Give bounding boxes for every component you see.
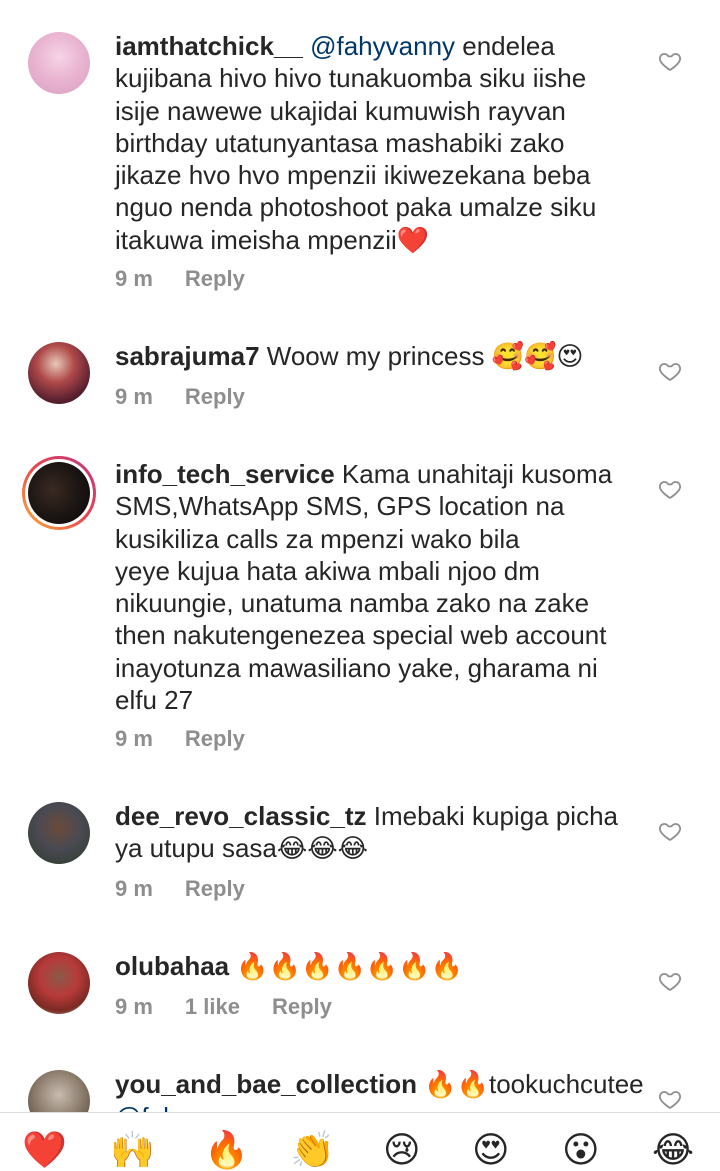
comment-meta: 9 m Reply [115,876,277,902]
comment-username[interactable]: dee_revo_classic_tz [115,801,367,831]
comment-text: info_tech_service Kama unahitaji kusoma … [115,458,645,716]
comment-time: 9 m [115,266,153,291]
like-heart-icon[interactable] [658,359,682,383]
comment-meta: 9 m Reply [115,726,277,752]
comment-body: endelea kujibana hivo hivo tunakuomba si… [115,31,597,255]
comment-username[interactable]: sabrajuma7 [115,341,260,371]
avatar-photo [28,462,90,524]
comment-text: iamthatchick__ @fahyvanny endelea kujiba… [115,30,645,257]
avatar[interactable] [28,952,90,1014]
avatar[interactable] [28,342,90,404]
like-heart-icon[interactable] [658,1087,682,1111]
comment-text: dee_revo_classic_tz Imebaki kupiga picha… [115,800,645,866]
like-heart-icon[interactable] [658,819,682,843]
comment-meta: 9 m Reply [115,266,277,292]
reply-button[interactable]: Reply [272,994,332,1019]
comment-time: 9 m [115,876,153,901]
comment-username[interactable]: you_and_bae_collection [115,1069,417,1099]
comment-text: sabrajuma7 Woow my princess 🥰🥰😍 [115,340,645,373]
love-emojis: 🥰🥰😍 [491,342,584,372]
comment-meta: 9 m Reply [115,384,277,410]
quick-emoji-bar: ❤️ 🙌 🔥 👏 😢 😍 😮 😂 [0,1112,720,1171]
like-heart-icon[interactable] [658,477,682,501]
comment-time: 9 m [115,384,153,409]
like-heart-icon[interactable] [658,49,682,73]
red-heart-emoji-button[interactable]: ❤️ [22,1131,67,1171]
reply-button[interactable]: Reply [185,726,245,751]
reply-button[interactable]: Reply [185,266,245,291]
comment-meta: 9 m 1 like Reply [115,994,364,1020]
avatar[interactable] [28,32,90,94]
comment-username[interactable]: iamthatchick__ [115,31,303,61]
raised-hands-emoji-button[interactable]: 🙌 [110,1131,155,1171]
comment-body: Kama unahitaji kusoma SMS,WhatsApp SMS, … [115,459,613,716]
comment-username[interactable]: olubahaa [115,951,229,981]
clapping-hands-emoji-button[interactable]: 👏 [290,1131,335,1171]
tears-of-joy-emoji-button[interactable]: 😂 [652,1131,694,1171]
avatar-inner [25,459,93,527]
reply-button[interactable]: Reply [185,384,245,409]
comment-body-continued: tookuchcutee [488,1069,644,1099]
comment-time: 9 m [115,726,153,751]
fire-emojis: 🔥🔥 [424,1070,489,1100]
story-avatar[interactable] [22,456,96,530]
comment-text: olubahaa 🔥🔥🔥🔥🔥🔥🔥 [115,950,645,983]
fire-emoji-button[interactable]: 🔥 [204,1131,249,1171]
reply-button[interactable]: Reply [185,876,245,901]
comment-time: 9 m [115,994,153,1019]
fire-emojis: 🔥🔥🔥🔥🔥🔥🔥 [236,952,463,982]
avatar[interactable] [28,802,90,864]
like-heart-icon[interactable] [658,969,682,993]
heart-eyes-emoji-button[interactable]: 😍 [472,1131,510,1171]
comment-username[interactable]: info_tech_service [115,459,335,489]
laughing-emojis: 😂😂😂 [276,834,369,865]
crying-face-emoji-button[interactable]: 😢 [383,1131,421,1171]
mention-link[interactable]: @fahyvanny [310,31,455,61]
likes-count[interactable]: 1 like [185,994,240,1019]
surprised-face-emoji-button[interactable]: 😮 [562,1131,600,1171]
comment-body: Woow my princess [259,341,492,371]
heart-emoji: ❤️ [396,225,430,256]
